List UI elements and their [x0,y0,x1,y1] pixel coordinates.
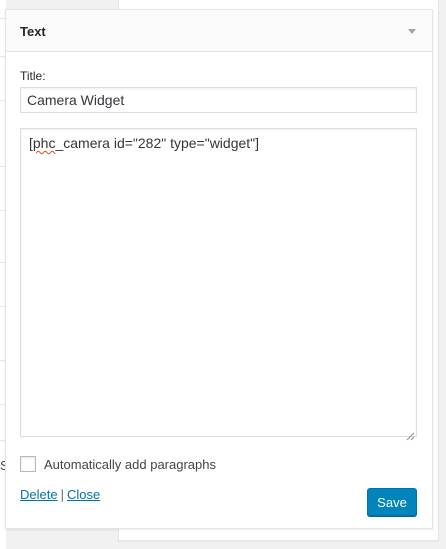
link-separator: | [60,487,64,502]
save-button[interactable]: Save [367,488,417,516]
autop-option: Automatically add paragraphs [20,456,216,472]
widget-form: Title: [phc_camera id="282" type="widget… [20,69,418,516]
content-textarea[interactable]: [phc_camera id="282" type="widget"] [20,128,417,441]
spellcheck-word: phc [32,135,56,151]
autop-label[interactable]: Automatically add paragraphs [44,457,216,472]
title-input[interactable] [20,87,417,113]
delete-link[interactable]: Delete [20,487,58,502]
text-widget: Text Title: [phc_camera id="282" type="w… [5,9,433,529]
title-label: Title: [20,69,46,83]
widget-links: Delete | Close [20,487,100,502]
triangle-down-icon[interactable] [406,25,418,37]
resize-grip-icon[interactable] [406,426,415,441]
widgets-screen: S Text Title: [phc_camera id="282" type=… [0,0,446,549]
close-link[interactable]: Close [67,487,100,502]
content-text-rest: _camera id="282" type="widget"] [55,135,260,151]
autop-checkbox[interactable] [20,456,36,472]
widget-control-actions: Delete | Close Save [20,487,417,527]
widget-header[interactable]: Text [6,10,432,52]
widget-title: Text [20,24,46,39]
